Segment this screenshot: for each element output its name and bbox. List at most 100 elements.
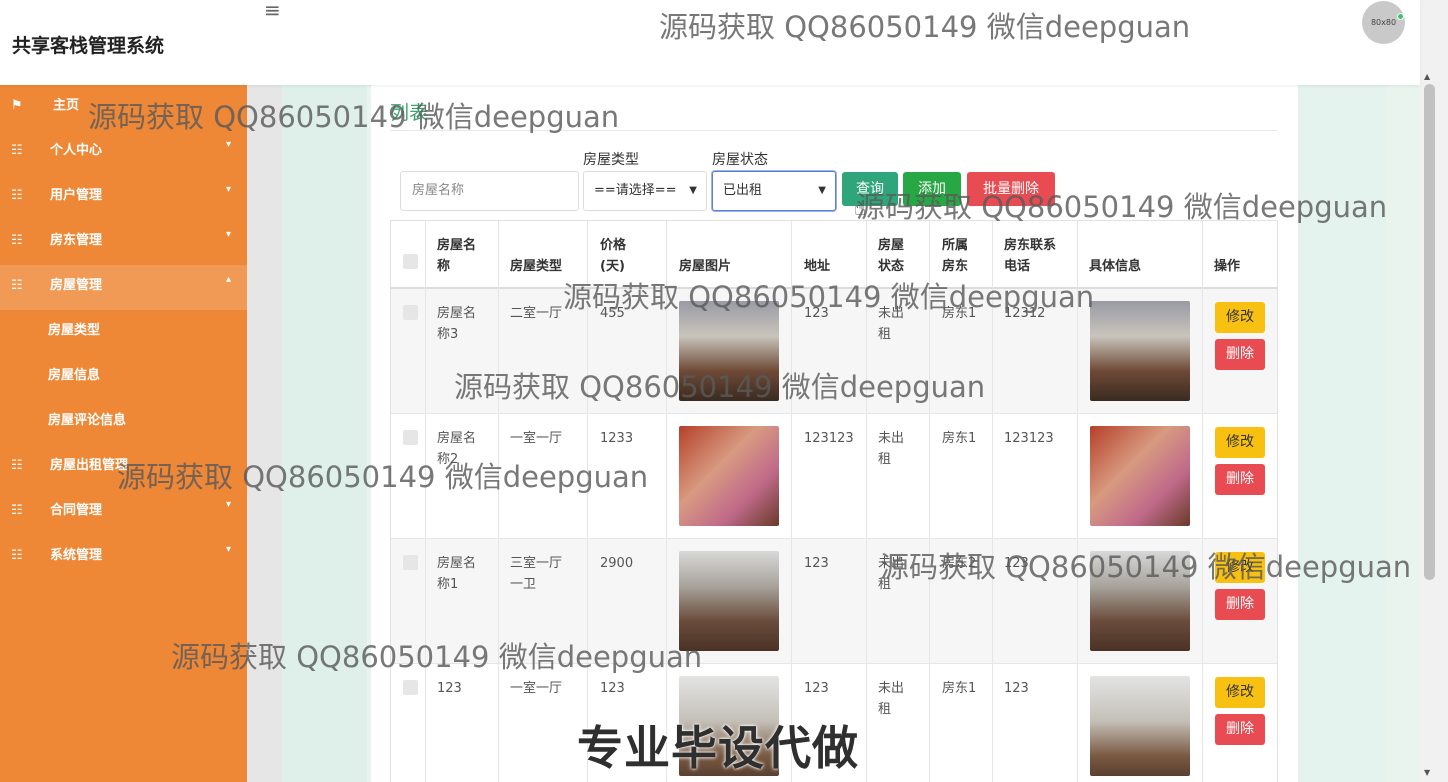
cell-price: 123	[600, 681, 625, 696]
sidebar-item-label: 用户管理	[50, 188, 103, 203]
column-divider	[587, 221, 588, 782]
house-photo	[679, 551, 779, 651]
caret-down-icon: ▾	[226, 184, 232, 195]
detail-photo	[1090, 426, 1190, 526]
sidebar-item-contract-management[interactable]: ☷ 合同管理 ▾	[0, 490, 247, 535]
delete-button[interactable]: 删除	[1215, 714, 1265, 745]
edit-button[interactable]: 修改	[1215, 677, 1265, 708]
add-button[interactable]: 添加	[903, 172, 961, 206]
table-header: 房屋名称 房屋类型 价格 (天) 房屋图片 地址 房屋 状态 所属 房东 房东联系 电话…	[391, 221, 1277, 289]
delete-button[interactable]: 删除	[1215, 464, 1265, 495]
caret-down-icon: ▾	[226, 139, 232, 150]
house-status-select[interactable]: 已出租 ▼	[712, 171, 836, 211]
header-image: 房屋图片	[679, 259, 732, 274]
sidebar-item-home[interactable]: ⚑ 主页	[0, 85, 247, 130]
chevron-down-icon: ▼	[689, 185, 697, 196]
chevron-down-icon: ▼	[818, 185, 826, 196]
cell-type: 一室一厅	[510, 681, 563, 696]
row-checkbox[interactable]	[403, 680, 418, 695]
row-checkbox[interactable]	[403, 555, 418, 570]
cell-price: 455	[600, 306, 625, 321]
sidebar-item-label: 房屋管理	[50, 278, 103, 293]
cell-phone: 123	[1004, 556, 1029, 571]
online-status-dot	[1397, 13, 1404, 20]
detail-photo	[1090, 301, 1190, 401]
cell-price: 2900	[600, 556, 634, 571]
sidebar-subitem-house-info[interactable]: 房屋信息	[0, 355, 247, 400]
cell-address: 123	[804, 556, 829, 571]
delete-button[interactable]: 删除	[1215, 339, 1265, 370]
header-name: 房屋名称	[437, 238, 477, 274]
cell-type: 二室一厅	[510, 306, 563, 321]
header-type: 房屋类型	[510, 259, 563, 274]
query-button[interactable]: 查询	[842, 172, 898, 206]
divider	[390, 130, 1277, 131]
caret-up-icon: ▴	[226, 274, 232, 285]
sidebar-item-personal-center[interactable]: ☷ 个人中心 ▾	[0, 130, 247, 175]
hamburger-icon[interactable]: ≡	[264, 0, 281, 20]
column-divider	[866, 221, 867, 782]
header-landlord: 所属 房东	[942, 238, 969, 274]
cell-status: 未出租	[878, 431, 905, 467]
cell-address: 123123	[804, 431, 854, 446]
edit-button[interactable]: 修改	[1215, 552, 1265, 583]
sidebar-subitem-label: 房屋评论信息	[48, 413, 127, 428]
sidebar-subitem-house-type[interactable]: 房屋类型	[0, 310, 247, 355]
house-type-select[interactable]: ==请选择== ▼	[583, 171, 707, 211]
batch-delete-button[interactable]: 批量删除	[967, 172, 1055, 206]
sidebar-item-landlord-management[interactable]: ☷ 房东管理 ▾	[0, 220, 247, 265]
watermark-banner: 专业毕设代做	[577, 721, 859, 775]
cell-type: 三室一厅 一卫	[510, 556, 563, 592]
column-divider	[929, 221, 930, 782]
scroll-down-icon[interactable]: ▼	[1424, 768, 1430, 777]
cell-name: 房屋名 称3	[437, 306, 477, 342]
cell-address: 123	[804, 306, 829, 321]
row-checkbox[interactable]	[403, 305, 418, 320]
house-type-label: 房屋类型	[583, 152, 639, 168]
cell-landlord: 房东2	[942, 556, 977, 571]
house-photo	[679, 301, 779, 401]
cell-type: 一室一厅	[510, 431, 563, 446]
sidebar-subitem-house-reviews[interactable]: 房屋评论信息	[0, 400, 247, 445]
scrollbar-thumb[interactable]	[1424, 84, 1435, 580]
sidebar-item-label: 合同管理	[50, 503, 103, 518]
grid-icon: ☷	[11, 143, 23, 158]
select-all-checkbox[interactable]	[403, 254, 418, 269]
scroll-up-icon[interactable]: ▲	[1424, 72, 1430, 81]
sidebar-item-system-management[interactable]: ☷ 系统管理 ▾	[0, 535, 247, 580]
cell-landlord: 房东1	[942, 681, 977, 696]
sidebar: ⚑ 主页 ☷ 个人中心 ▾ ☷ 用户管理 ▾ ☷ 房东管理 ▾ ☷ 房屋管理 ▴…	[0, 85, 247, 782]
column-divider	[791, 221, 792, 782]
sidebar-item-house-management[interactable]: ☷ 房屋管理 ▴	[0, 265, 247, 310]
cell-status: 未出租	[878, 306, 905, 342]
avatar-text: 80x80	[1370, 18, 1397, 27]
cell-name: 房屋名 称2	[437, 431, 477, 467]
sidebar-subitem-label: 房屋类型	[48, 323, 101, 338]
avatar[interactable]: 80x80	[1362, 1, 1405, 44]
header-actions: 操作	[1214, 259, 1241, 274]
sidebar-item-user-management[interactable]: ☷ 用户管理 ▾	[0, 175, 247, 220]
app-title: 共享客栈管理系统	[12, 35, 165, 57]
sidebar-subitem-label: 房屋信息	[48, 368, 101, 383]
edit-button[interactable]: 修改	[1215, 427, 1265, 458]
cell-landlord: 房东1	[942, 306, 977, 321]
house-name-input[interactable]: 房屋名称	[400, 171, 579, 211]
caret-down-icon: ▾	[226, 499, 232, 510]
house-table: 房屋名称 房屋类型 价格 (天) 房屋图片 地址 房屋 状态 所属 房东 房东联系 电话…	[390, 220, 1278, 782]
cell-phone: 123	[1004, 681, 1029, 696]
column-divider	[1202, 221, 1203, 782]
grid-icon: ☷	[11, 278, 23, 293]
edit-button[interactable]: 修改	[1215, 302, 1265, 333]
header-address: 地址	[804, 259, 831, 274]
cell-address: 123	[804, 681, 829, 696]
sidebar-item-rental-management[interactable]: ☷ 房屋出租管理	[0, 445, 247, 490]
house-status-label: 房屋状态	[712, 152, 768, 168]
cell-status: 未出租	[878, 681, 905, 717]
grid-icon: ☷	[11, 503, 23, 518]
column-divider	[498, 221, 499, 782]
column-divider	[425, 221, 426, 782]
delete-button[interactable]: 删除	[1215, 589, 1265, 620]
row-checkbox[interactable]	[403, 430, 418, 445]
cell-phone: 123123	[1004, 431, 1054, 446]
house-status-value: 已出租	[723, 183, 763, 198]
